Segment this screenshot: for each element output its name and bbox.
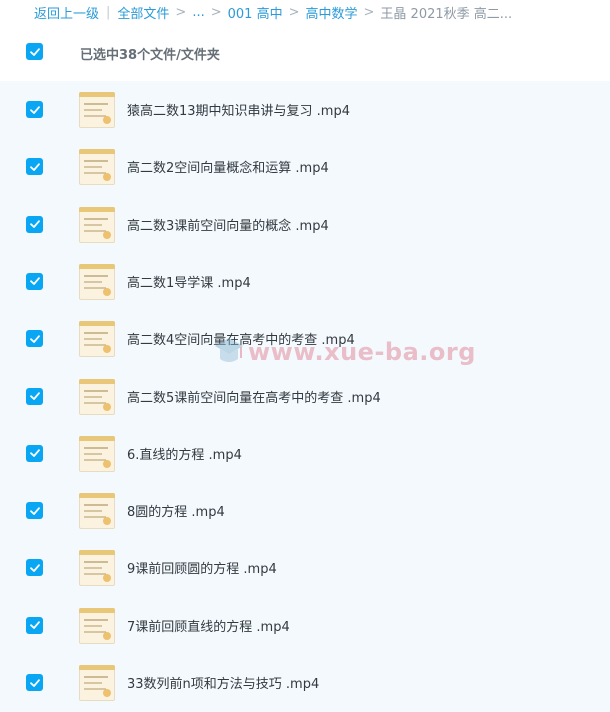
file-row[interactable]: 高二数1导学课 .mp4 [0,253,610,310]
breadcrumb-separator: > [363,4,375,20]
breadcrumb-separator: > [288,4,300,20]
file-row[interactable]: 高二数4空间向量在高考中的考查 .mp4 [0,310,610,367]
file-name[interactable]: 猿高二数13期中知识串讲与复习 .mp4 [127,100,350,119]
file-checkbox[interactable] [26,330,43,348]
video-thumbnail[interactable] [79,149,115,186]
file-name[interactable]: 9课前回顾圆的方程 .mp4 [127,558,277,577]
checkmark-icon [29,334,40,343]
file-checkbox[interactable] [26,502,43,520]
file-name[interactable]: 8圆的方程 .mp4 [127,501,225,520]
checkmark-icon [29,105,40,114]
file-row[interactable]: 猿高二数13期中知识串讲与复习 .mp4 [0,81,610,138]
breadcrumb-item-high-school[interactable]: 001 高中 [228,3,283,22]
checkmark-icon [29,621,40,630]
select-all-checkbox[interactable] [26,43,43,60]
selection-header: 已选中38个文件/文件夹 [0,26,610,80]
file-checkbox[interactable] [26,272,43,290]
breadcrumb-current: 王晶 2021秋季 高二... [380,6,513,22]
checkmark-icon [29,163,40,171]
video-thumbnail[interactable] [79,435,115,472]
file-checkbox[interactable] [26,158,43,176]
checkmark-icon [29,678,40,687]
checkmark-icon [29,506,40,515]
file-name[interactable]: 高二数3课前空间向量的概念 .mp4 [127,215,329,234]
file-checkbox[interactable] [26,444,43,462]
breadcrumb-separator: > [210,4,222,20]
file-row[interactable]: 7课前回顾直线的方程 .mp4 [0,597,610,654]
video-thumbnail[interactable] [79,550,115,587]
checkmark-icon [29,47,40,56]
video-thumbnail[interactable] [79,92,115,128]
checkmark-icon [29,277,40,286]
video-thumbnail[interactable] [79,206,115,243]
file-checkbox[interactable] [26,215,43,233]
file-checkbox[interactable] [26,674,43,691]
checkmark-icon [29,449,40,458]
video-thumbnail[interactable] [79,321,115,358]
file-name[interactable]: 33数列前n项和方法与技巧 .mp4 [127,673,319,692]
breadcrumb-pipe: | [106,4,111,20]
checkmark-icon [29,392,40,400]
file-row[interactable]: 8圆的方程 .mp4 [0,482,610,539]
video-thumbnail[interactable] [79,607,115,644]
breadcrumb-item-high-school-math[interactable]: 高中数学 [306,3,358,22]
breadcrumb-item-all-files[interactable]: 全部文件 [117,3,169,22]
file-row[interactable]: 高二数3课前空间向量的概念 .mp4 [0,196,610,253]
breadcrumb: 返回上一级 | 全部文件 > ... > 001 高中 > 高中数学 > 王晶 … [0,0,610,24]
file-list: 猿高二数13期中知识串讲与复习 .mp4 高二数2空间向量概念和运算 .mp4 高二… [0,81,610,712]
video-thumbnail[interactable] [79,665,115,701]
file-name[interactable]: 高二数5课前空间向量在高考中的考查 .mp4 [127,387,381,406]
file-row[interactable]: 高二数5课前空间向量在高考中的考查 .mp4 [0,368,610,425]
file-row[interactable]: 6.直线的方程 .mp4 [0,425,610,482]
file-checkbox[interactable] [26,101,43,118]
file-row[interactable]: 高二数2空间向量概念和运算 .mp4 [0,138,610,195]
file-row[interactable]: 9课前回顾圆的方程 .mp4 [0,539,610,596]
file-name[interactable]: 6.直线的方程 .mp4 [127,444,242,463]
selection-count-label: 已选中38个文件/文件夹 [80,47,220,63]
checkmark-icon [29,220,40,228]
back-link[interactable]: 返回上一级 [34,3,99,22]
video-thumbnail[interactable] [79,493,115,530]
file-row[interactable]: 33数列前n项和方法与技巧 .mp4 [0,654,610,711]
file-name[interactable]: 高二数2空间向量概念和运算 .mp4 [127,157,329,176]
checkmark-icon [29,564,40,572]
file-checkbox[interactable] [26,616,43,634]
video-thumbnail[interactable] [79,263,115,300]
file-name[interactable]: 高二数4空间向量在高考中的考查 .mp4 [127,329,355,348]
file-checkbox[interactable] [26,387,43,405]
file-checkbox[interactable] [26,559,43,577]
breadcrumb-separator: > [175,4,187,20]
file-name[interactable]: 高二数1导学课 .mp4 [127,272,251,291]
video-thumbnail[interactable] [79,378,115,415]
file-name[interactable]: 7课前回顾直线的方程 .mp4 [127,616,290,635]
breadcrumb-item-ellipsis[interactable]: ... [192,5,204,20]
